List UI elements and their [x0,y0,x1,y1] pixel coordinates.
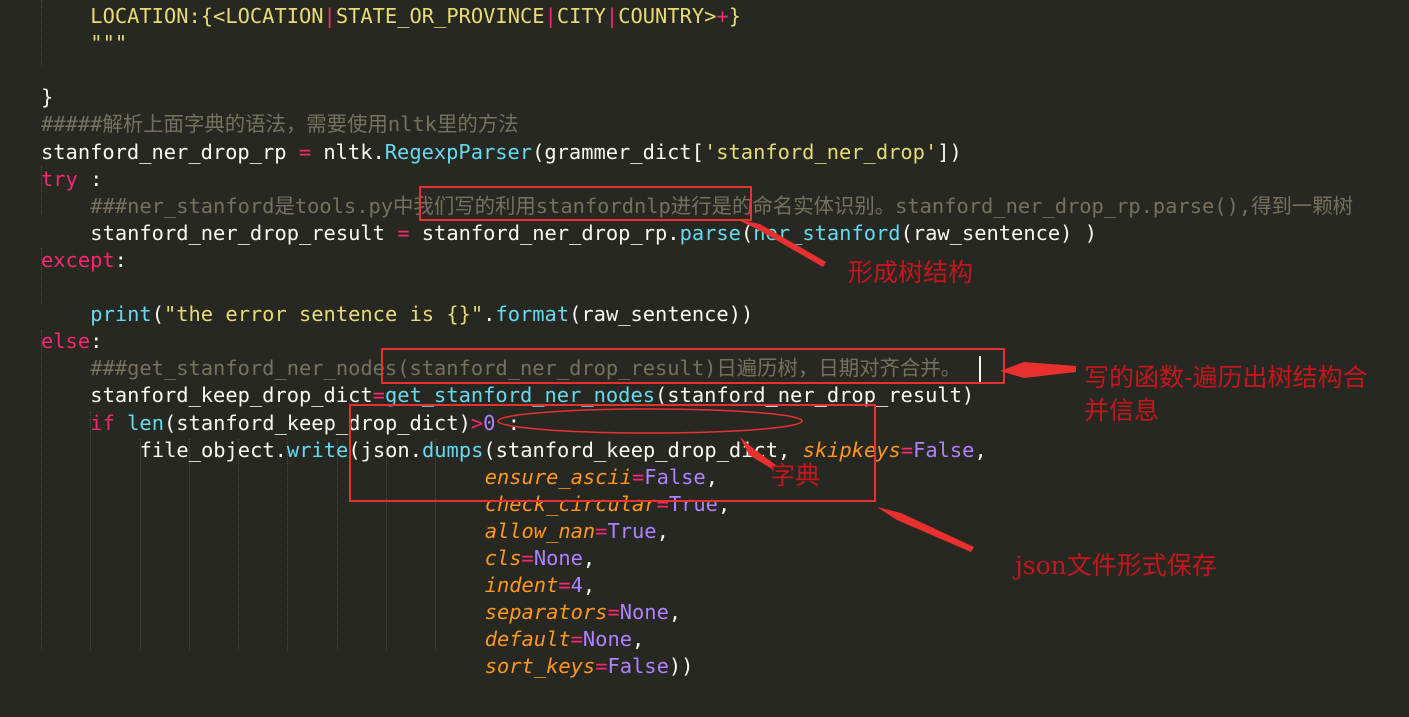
annotation-json: json文件形式保存 [1015,551,1217,580]
dict-highlight-ellipse [497,408,803,434]
annotation-tree-structure: 形成树结构 [848,258,974,287]
arrow-function-note [1000,362,1076,378]
annotation-arrows [497,219,1076,552]
arrow-tree-structure [736,219,826,267]
annotation-function-line2: 并信息 [1084,396,1160,425]
arrow-json-note [877,507,974,552]
code-editor[interactable]: LOCATION:{<LOCATION|STATE_OR_PROVINCE|CI… [0,0,1409,717]
annotation-dict: 字典 [770,461,821,490]
annotation-function-line1: 写的函数-遍历出树结构合 [1084,363,1368,392]
